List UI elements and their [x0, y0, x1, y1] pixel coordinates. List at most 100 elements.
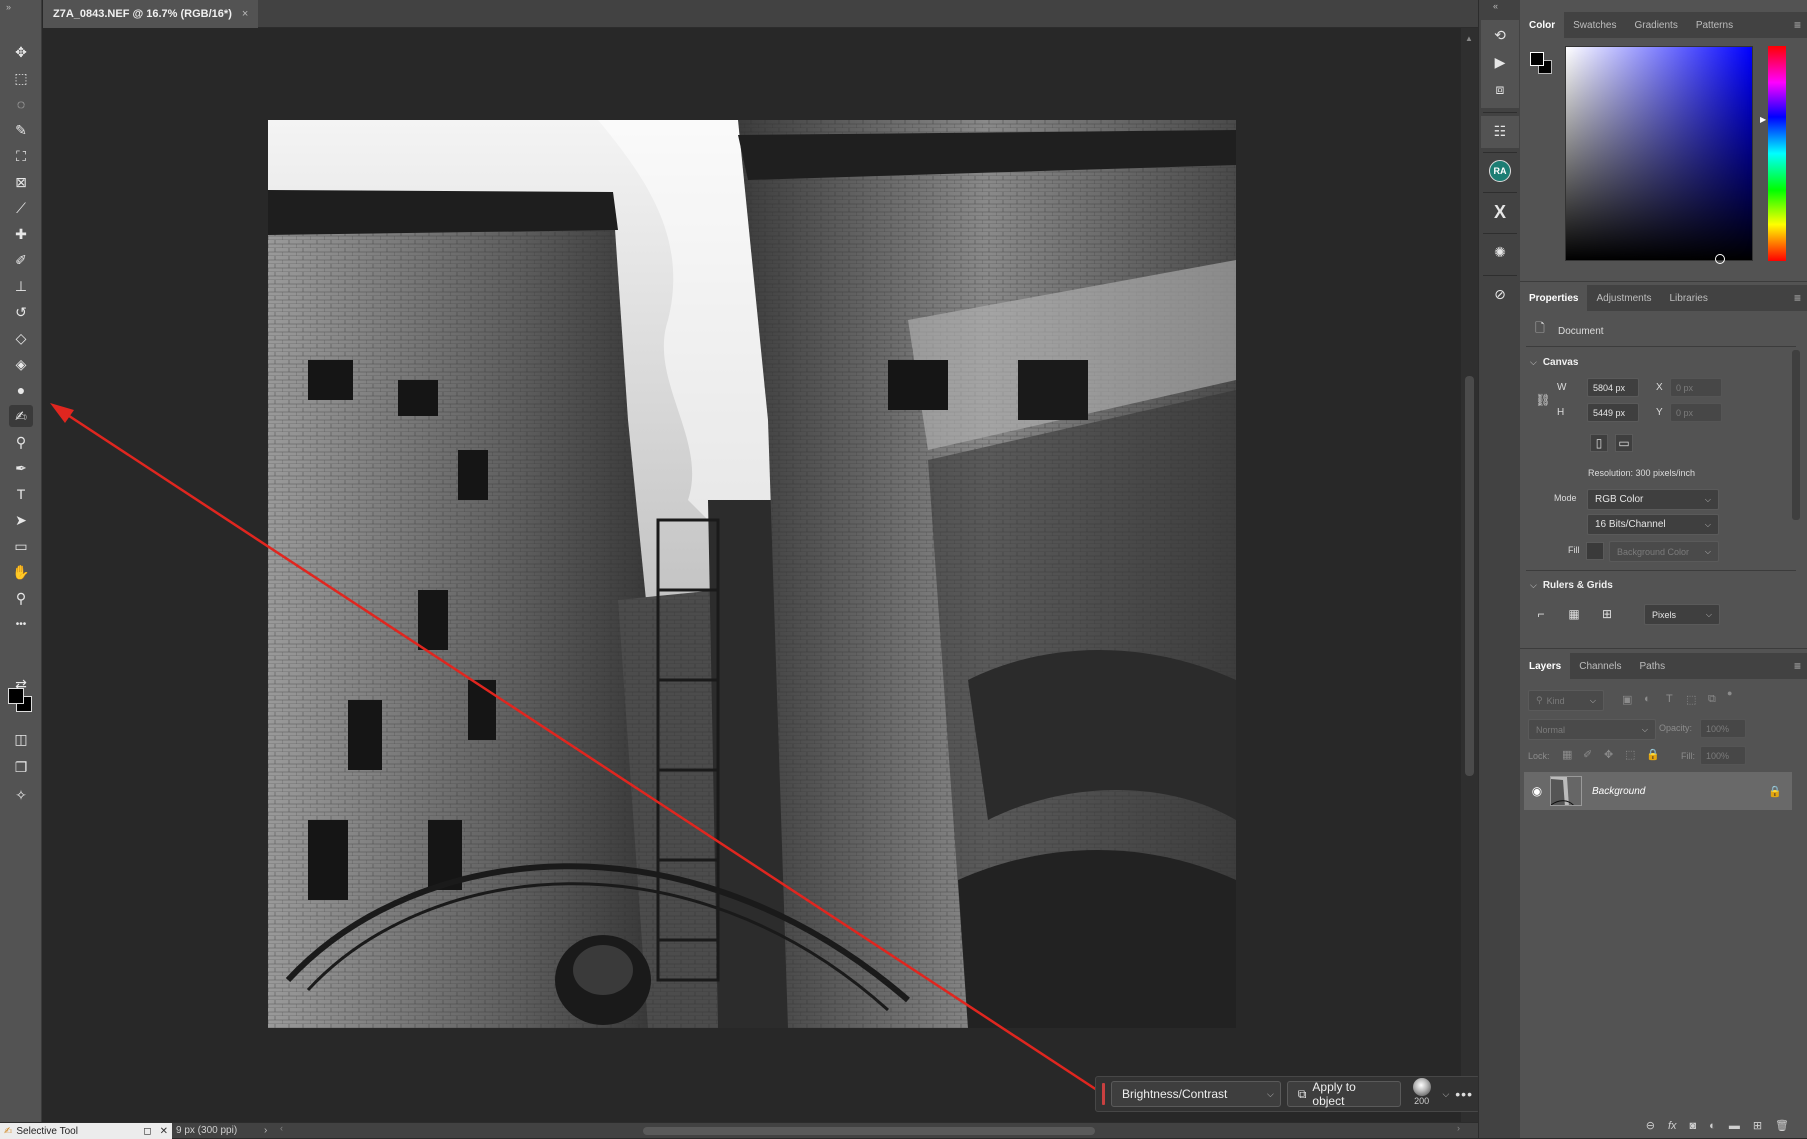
- tab-gradients[interactable]: Gradients: [1625, 12, 1686, 38]
- kind-filter-placeholder: Kind: [1546, 695, 1565, 706]
- color-panel-menu-icon[interactable]: ≡: [1794, 18, 1801, 32]
- close-tip-icon[interactable]: ✕: [160, 1126, 168, 1137]
- horizontal-scrollbar[interactable]: ‹ ›: [280, 1123, 1460, 1136]
- link-dimensions-icon[interactable]: ⛓: [1534, 391, 1552, 409]
- filter-adjustment-icon[interactable]: ◐: [1644, 693, 1651, 705]
- more-options-icon[interactable]: •••: [1455, 1086, 1473, 1102]
- layer-fill-label: Fill:: [1681, 751, 1695, 761]
- apply-object-icon: ⧉: [1297, 1086, 1307, 1101]
- grid-icon[interactable]: ▦: [1565, 605, 1583, 623]
- tab-color[interactable]: Color: [1520, 12, 1565, 38]
- filter-type-icon[interactable]: T: [1666, 693, 1673, 705]
- layer-kind-filter[interactable]: ⚲ Kind ⌵: [1528, 690, 1604, 711]
- scroll-left-icon[interactable]: ‹: [280, 1123, 283, 1133]
- fill-swatch[interactable]: [1586, 542, 1604, 560]
- scroll-up-icon[interactable]: ▲: [1465, 34, 1473, 43]
- ruler-units-select[interactable]: Pixels ⌵: [1644, 604, 1720, 625]
- filter-pixel-icon[interactable]: ▣: [1622, 693, 1632, 706]
- layers-panel-menu-icon[interactable]: ≡: [1794, 659, 1801, 673]
- ra-plugin-icon[interactable]: RA: [1489, 160, 1511, 182]
- properties-panel-menu-icon[interactable]: ≡: [1794, 291, 1801, 305]
- height-field[interactable]: 5449 px: [1587, 403, 1639, 422]
- lock-image-icon[interactable]: ✐: [1583, 748, 1592, 761]
- layer-fill-field[interactable]: 100%: [1700, 746, 1746, 765]
- dock-tip-icon[interactable]: ◻: [143, 1126, 151, 1137]
- ruler-icon[interactable]: ⌐: [1532, 605, 1550, 623]
- adjustment-layer-icon[interactable]: ◐: [1709, 1120, 1716, 1132]
- horizontal-scroll-thumb[interactable]: [643, 1127, 1095, 1135]
- vertical-scroll-thumb[interactable]: [1465, 376, 1474, 776]
- brush-options-chevron-icon[interactable]: ⌵: [1442, 1089, 1449, 1100]
- layer-thumbnail: [1550, 776, 1582, 806]
- delete-layer-icon[interactable]: 🗑: [1775, 1119, 1789, 1132]
- comments-icon[interactable]: ☷: [1489, 120, 1511, 142]
- tab-paths[interactable]: Paths: [1631, 653, 1675, 679]
- apply-to-object-button[interactable]: ⧉ Apply to object: [1286, 1080, 1401, 1108]
- lock-artboard-icon[interactable]: ⬚: [1625, 748, 1635, 761]
- canvas-section-title: Canvas: [1542, 357, 1579, 368]
- color-picker-ring[interactable]: [1715, 254, 1725, 264]
- chevron-down-icon: ⌵: [1530, 357, 1537, 367]
- rulers-grids-section-header[interactable]: ⌵ Rulers & Grids: [1530, 580, 1613, 591]
- filter-toggle-icon[interactable]: ●: [1727, 688, 1732, 698]
- mode-label: Mode: [1554, 493, 1577, 503]
- tab-swatches[interactable]: Swatches: [1564, 12, 1625, 38]
- blend-mode-select[interactable]: Normal ⌵: [1528, 719, 1656, 740]
- portrait-orientation-icon[interactable]: ▯: [1590, 434, 1608, 452]
- layer-lock-icon[interactable]: 🔒: [1768, 785, 1782, 798]
- foreground-color-swatch[interactable]: [8, 688, 24, 704]
- tab-patterns[interactable]: Patterns: [1687, 12, 1742, 38]
- y-field[interactable]: 0 px: [1670, 403, 1722, 422]
- eye-visibility-icon[interactable]: ◉: [1524, 784, 1550, 798]
- filter-smart-object-icon[interactable]: ⧉: [1708, 693, 1716, 706]
- adjustment-select[interactable]: Brightness/Contrast ⌵: [1110, 1081, 1281, 1107]
- canvas-section-header[interactable]: ⌵ Canvas: [1530, 357, 1578, 368]
- status-bar: ✍ Selective Tool ◻ ✕ 9 px (300 ppi) › ‹ …: [0, 1122, 1478, 1139]
- lock-label: Lock:: [1528, 751, 1550, 761]
- history-icon[interactable]: ⟲: [1489, 24, 1511, 46]
- layer-row-background[interactable]: ◉ Background 🔒: [1524, 772, 1792, 810]
- link-plugin-icon[interactable]: ⊘: [1489, 283, 1511, 305]
- x-plugin-icon[interactable]: X: [1489, 201, 1511, 223]
- plugins-icon[interactable]: ⧈: [1489, 78, 1511, 100]
- width-field[interactable]: 5804 px: [1587, 378, 1639, 397]
- vertical-scrollbar[interactable]: ▲: [1461, 28, 1478, 1122]
- landscape-orientation-icon[interactable]: ▭: [1615, 434, 1633, 452]
- add-mask-icon[interactable]: ◙: [1690, 1120, 1697, 1132]
- new-layer-icon[interactable]: ⊞: [1753, 1119, 1762, 1132]
- tab-channels[interactable]: Channels: [1570, 653, 1630, 679]
- x-field[interactable]: 0 px: [1670, 378, 1722, 397]
- layer-style-fx-icon[interactable]: fx: [1668, 1120, 1677, 1132]
- generative-plugin-icon[interactable]: ✺: [1489, 241, 1511, 263]
- fill-select[interactable]: Background Color ⌵: [1609, 541, 1719, 562]
- task-bar-grip[interactable]: [1102, 1083, 1105, 1105]
- tab-layers[interactable]: Layers: [1520, 653, 1571, 679]
- expand-panels-icon[interactable]: «: [1493, 1, 1498, 11]
- scroll-right-icon[interactable]: ›: [1457, 1123, 1460, 1133]
- color-picker-field[interactable]: [1565, 46, 1753, 264]
- status-expand-chevron-icon[interactable]: ›: [264, 1125, 267, 1136]
- lock-transparent-icon[interactable]: ▦: [1562, 748, 1572, 761]
- color-mode-select[interactable]: RGB Color ⌵: [1587, 489, 1719, 510]
- tab-adjustments[interactable]: Adjustments: [1587, 285, 1660, 311]
- filter-shape-icon[interactable]: ⬚: [1686, 693, 1696, 706]
- hue-slider[interactable]: [1768, 46, 1786, 261]
- guides-icon[interactable]: ⊞: [1598, 605, 1616, 623]
- properties-scrollbar[interactable]: [1792, 350, 1800, 520]
- canvas-area[interactable]: [43, 28, 1461, 1122]
- hue-slider-marker-icon[interactable]: ▶: [1760, 115, 1766, 124]
- color-panel-foreground-swatch[interactable]: [1530, 52, 1544, 66]
- layer-name[interactable]: Background: [1592, 786, 1645, 797]
- new-group-icon[interactable]: ▬: [1729, 1120, 1740, 1132]
- lock-position-icon[interactable]: ✥: [1604, 748, 1613, 761]
- opacity-field[interactable]: 100%: [1700, 719, 1746, 738]
- tab-libraries[interactable]: Libraries: [1661, 285, 1717, 311]
- actions-play-icon[interactable]: ▶: [1489, 51, 1511, 73]
- chevron-down-icon: ⌵: [1267, 1088, 1274, 1099]
- brush-size-control[interactable]: 200: [1407, 1078, 1437, 1110]
- properties-panel-tabs: Properties Adjustments Libraries ≡: [1520, 285, 1807, 311]
- link-layers-icon[interactable]: ⊖: [1646, 1119, 1655, 1132]
- tab-properties[interactable]: Properties: [1520, 285, 1588, 311]
- lock-all-icon[interactable]: 🔒: [1646, 748, 1660, 761]
- bit-depth-select[interactable]: 16 Bits/Channel ⌵: [1587, 514, 1719, 535]
